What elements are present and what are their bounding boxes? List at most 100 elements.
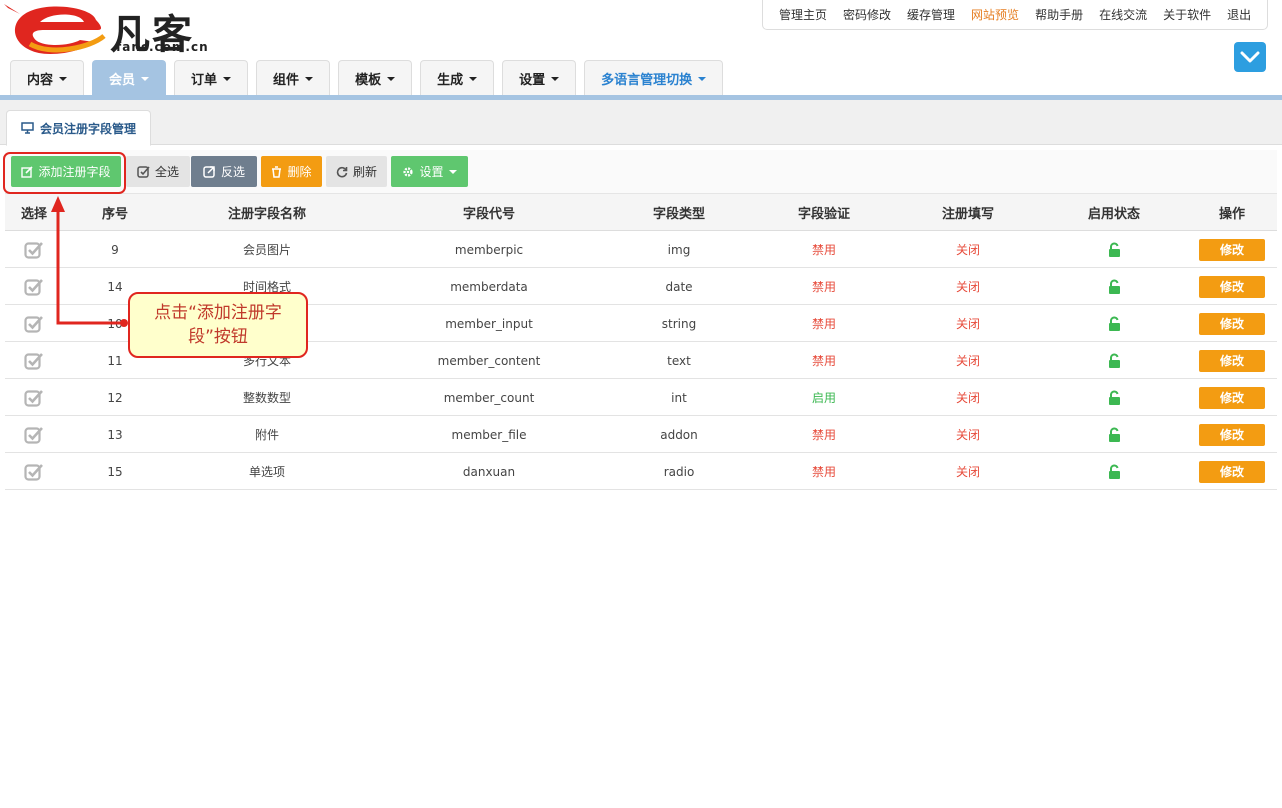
nav-content[interactable]: 内容 — [10, 60, 85, 96]
share-square-icon — [203, 166, 215, 178]
nav-label: 多语言管理切换 — [601, 73, 693, 88]
row-checkbox[interactable] — [5, 342, 63, 379]
row-register-fill[interactable]: 关闭 — [901, 305, 1035, 342]
row-enable-toggle[interactable] — [1035, 379, 1193, 416]
row-action: 修改 — [1193, 305, 1271, 342]
nav-generate[interactable]: 生成 — [420, 60, 495, 96]
edit-button[interactable]: 修改 — [1199, 349, 1265, 372]
row-field-code: member_content — [437, 353, 541, 368]
row-field-verify[interactable]: 禁用 — [747, 268, 901, 305]
row-action: 修改 — [1193, 342, 1271, 379]
row-checkbox[interactable] — [5, 379, 63, 416]
row-field-name: 单选项 — [248, 465, 285, 479]
nav-settings[interactable]: 设置 — [502, 60, 577, 96]
main-nav: 内容 会员 订单 组件 模板 生成 设置 多语言管理切换 — [10, 60, 731, 96]
select-all-button[interactable]: 全选 — [126, 156, 190, 187]
row-register-fill[interactable]: 关闭 — [901, 379, 1035, 416]
link-help-manual[interactable]: 帮助手册 — [1035, 6, 1083, 23]
row-field-code: member_file — [451, 427, 527, 442]
check-square-icon — [24, 241, 43, 259]
row-field-name: 会员图片 — [242, 243, 291, 257]
gear-icon — [403, 166, 414, 177]
chevron-down-icon — [1240, 51, 1260, 63]
table-row: 12 整数数型 member_count int 启用 关闭 修改 — [5, 379, 1277, 416]
logo[interactable]: 凡客 fanc.com.cn — [0, 0, 230, 58]
row-register-fill[interactable]: 关闭 — [901, 231, 1035, 268]
caret-down-icon — [223, 76, 232, 81]
select-all-label: 全选 — [154, 165, 179, 179]
collapse-button[interactable] — [1234, 42, 1266, 72]
row-field-verify[interactable]: 启用 — [747, 379, 901, 416]
unlock-icon — [1108, 315, 1120, 331]
caret-down-icon — [387, 76, 396, 81]
table-row: 9 会员图片 memberpic img 禁用 关闭 修改 — [5, 231, 1277, 268]
row-enable-toggle[interactable] — [1035, 342, 1193, 379]
annotation-highlight-box — [3, 152, 126, 194]
row-register-fill[interactable]: 关闭 — [901, 453, 1035, 490]
nav-member[interactable]: 会员 — [92, 60, 167, 96]
link-admin-home[interactable]: 管理主页 — [779, 6, 827, 23]
tab-label: 会员注册字段管理 — [40, 121, 137, 136]
unlock-icon — [1108, 463, 1120, 479]
row-enable-toggle[interactable] — [1035, 268, 1193, 305]
nav-label: 模板 — [355, 73, 382, 88]
caret-down-icon — [305, 76, 314, 81]
header-field-code: 字段代号 — [462, 207, 515, 222]
nav-order[interactable]: 订单 — [174, 60, 249, 96]
row-checkbox[interactable] — [5, 268, 63, 305]
caret-down-icon — [448, 169, 457, 174]
unlock-icon — [1108, 426, 1120, 442]
tab-member-register-fields[interactable]: 会员注册字段管理 — [6, 110, 152, 146]
nav-template[interactable]: 模板 — [338, 60, 413, 96]
row-field-verify[interactable]: 禁用 — [747, 453, 901, 490]
check-square-icon — [24, 278, 43, 296]
link-password-change[interactable]: 密码修改 — [843, 6, 891, 23]
nav-label: 设置 — [519, 73, 546, 88]
row-id: 15 — [107, 464, 123, 479]
row-field-verify[interactable]: 禁用 — [747, 231, 901, 268]
row-field-verify[interactable]: 禁用 — [747, 416, 901, 453]
invert-selection-button[interactable]: 反选 — [191, 156, 257, 187]
row-field-verify[interactable]: 禁用 — [747, 342, 901, 379]
row-enable-toggle[interactable] — [1035, 453, 1193, 490]
row-register-fill[interactable]: 关闭 — [901, 268, 1035, 305]
table-row: 13 附件 member_file addon 禁用 关闭 修改 — [5, 416, 1277, 453]
header-id: 序号 — [101, 207, 128, 222]
row-register-fill[interactable]: 关闭 — [901, 416, 1035, 453]
row-checkbox[interactable] — [5, 453, 63, 490]
row-enable-toggle[interactable] — [1035, 305, 1193, 342]
row-enable-toggle[interactable] — [1035, 231, 1193, 268]
edit-button[interactable]: 修改 — [1199, 312, 1265, 335]
link-online-chat[interactable]: 在线交流 — [1099, 6, 1147, 23]
delete-button[interactable]: 删除 — [261, 156, 322, 187]
nav-component[interactable]: 组件 — [256, 60, 331, 96]
refresh-button[interactable]: 刷新 — [326, 156, 387, 187]
row-field-type: addon — [660, 427, 698, 442]
row-checkbox[interactable] — [5, 416, 63, 453]
edit-button[interactable]: 修改 — [1199, 386, 1265, 409]
edit-button[interactable]: 修改 — [1199, 423, 1265, 446]
row-field-name: 附件 — [254, 428, 279, 442]
header: 凡客 fanc.com.cn 管理主页 密码修改 缓存管理 网站预览 帮助手册 … — [0, 0, 1282, 96]
row-enable-toggle[interactable] — [1035, 416, 1193, 453]
link-logout[interactable]: 退出 — [1227, 6, 1251, 23]
header-field-type: 字段类型 — [652, 207, 705, 222]
header-enable-status: 启用状态 — [1087, 207, 1140, 222]
row-action: 修改 — [1193, 268, 1271, 305]
row-field-verify[interactable]: 禁用 — [747, 305, 901, 342]
edit-button[interactable]: 修改 — [1199, 275, 1265, 298]
settings-dropdown-button[interactable]: 设置 — [391, 156, 468, 187]
row-action: 修改 — [1193, 416, 1271, 453]
row-checkbox[interactable] — [5, 305, 63, 342]
nav-language-switch[interactable]: 多语言管理切换 — [584, 60, 724, 96]
link-cache-manage[interactable]: 缓存管理 — [907, 6, 955, 23]
row-checkbox[interactable] — [5, 231, 63, 268]
row-register-fill[interactable]: 关闭 — [901, 342, 1035, 379]
row-action: 修改 — [1193, 231, 1271, 268]
row-id: 12 — [107, 390, 123, 405]
edit-button[interactable]: 修改 — [1199, 460, 1265, 483]
link-about[interactable]: 关于软件 — [1163, 6, 1211, 23]
row-field-name: 整数数型 — [242, 391, 291, 405]
edit-button[interactable]: 修改 — [1199, 238, 1265, 261]
link-site-preview[interactable]: 网站预览 — [971, 6, 1019, 23]
